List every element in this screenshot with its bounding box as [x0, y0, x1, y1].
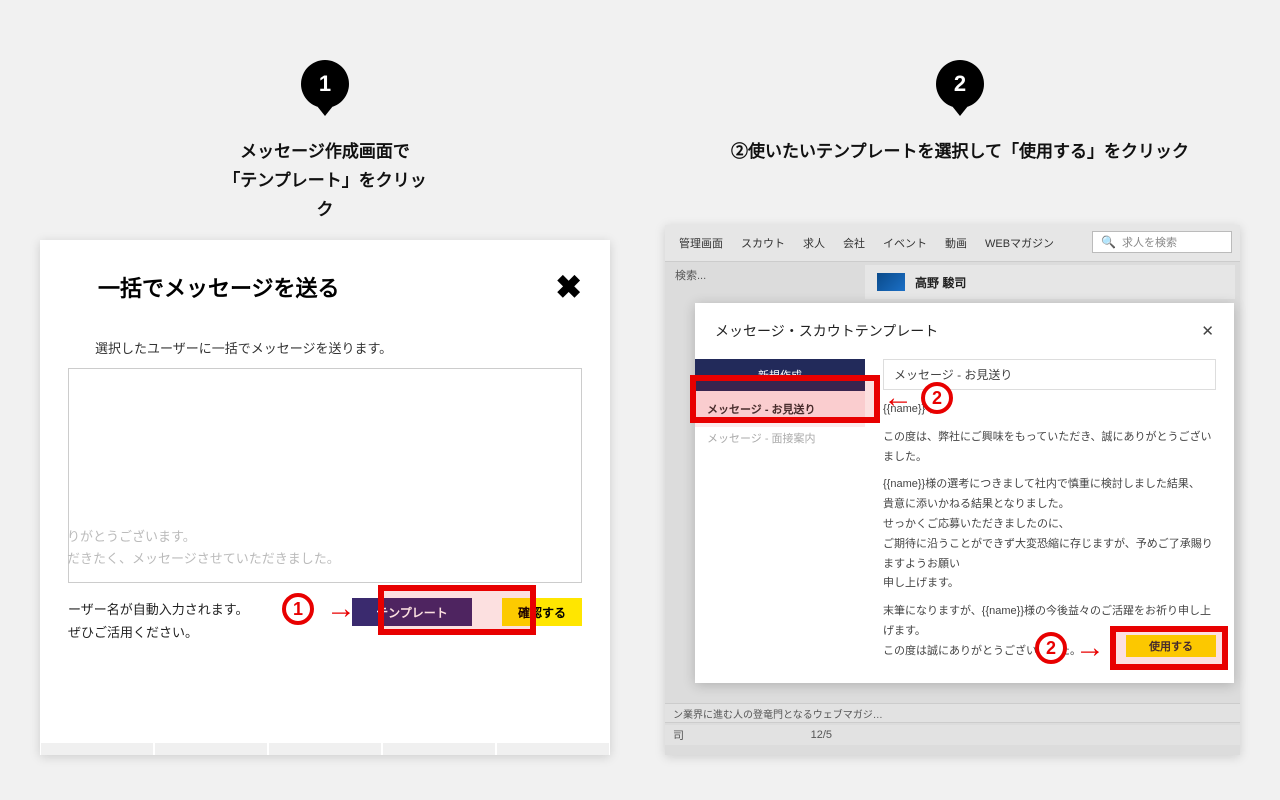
date-row: 司 12/5 — [665, 725, 1240, 745]
bulk-message-subtitle: 選択したユーザーに一括でメッセージを送ります。 — [40, 338, 610, 357]
magazine-row: ン業界に進む人の登竜門となるウェブマガジ… — [665, 703, 1240, 723]
template-item-mensetsu[interactable]: メッセージ - 面接案内 — [695, 427, 865, 456]
nav-douga[interactable]: 動画 — [945, 235, 967, 251]
template-item-okurimiokuri[interactable]: メッセージ - お見送り — [695, 391, 865, 427]
footer-bar — [40, 743, 610, 755]
user-name: 高野 駿司 — [915, 274, 966, 291]
step-2-header: 2 ②使いたいテンプレートを選択して「使用する」をクリック — [680, 60, 1240, 167]
template-modal: メッセージ・スカウトテンプレート ✕ 新規作成 メッセージ - お見送り メッセ… — [695, 303, 1234, 683]
user-row[interactable]: 高野 駿司 — [865, 265, 1235, 299]
callout-2a: → 2 — [883, 381, 953, 415]
confirm-button[interactable]: 確認する — [502, 598, 582, 626]
template-list: 新規作成 メッセージ - お見送り メッセージ - 面接案内 — [695, 359, 865, 669]
callout-1: 1 → — [282, 592, 356, 626]
use-template-button[interactable]: 使用する — [1126, 635, 1216, 657]
search-icon: 🔍 — [1101, 235, 1116, 249]
search-input[interactable]: 🔍 求人を検索 — [1092, 231, 1232, 253]
close-icon[interactable]: ✕ — [1201, 322, 1214, 340]
step-1-caption: メッセージ作成画面で 「テンプレート」をクリック — [215, 138, 435, 225]
bulk-message-title: 一括でメッセージを送る — [98, 271, 340, 303]
nav-kyujin[interactable]: 求人 — [803, 235, 825, 251]
arrow-right-icon: → — [1075, 631, 1105, 665]
close-icon[interactable]: ✖ — [555, 268, 582, 306]
step-1-header: 1 メッセージ作成画面で 「テンプレート」をクリック — [215, 60, 435, 225]
arrow-left-icon: → — [883, 381, 913, 415]
template-modal-title: メッセージ・スカウトテンプレート — [715, 321, 938, 341]
template-button[interactable]: テンプレート — [352, 598, 472, 626]
top-nav: 管理画面 スカウト 求人 会社 イベント 動画 WEBマガジン 🔍 求人を検索 — [665, 225, 1240, 261]
step-badge-1: 1 — [301, 60, 349, 108]
step-2-caption: ②使いたいテンプレートを選択して「使用する」をクリック — [731, 138, 1189, 167]
nav-kanri[interactable]: 管理画面 — [679, 235, 723, 251]
new-template-button[interactable]: 新規作成 — [695, 359, 865, 391]
nav-webmag[interactable]: WEBマガジン — [985, 235, 1054, 251]
avatar — [877, 273, 905, 291]
footer-area: ン業界に進む人の登竜門となるウェブマガジ… 司 12/5 — [665, 695, 1240, 755]
bulk-message-modal: 一括でメッセージを送る ✖ 選択したユーザーに一括でメッセージを送ります。 りが… — [40, 240, 610, 755]
nav-scout[interactable]: スカウト — [741, 235, 785, 251]
arrow-right-icon: → — [326, 592, 356, 626]
template-select-panel: 管理画面 スカウト 求人 会社 イベント 動画 WEBマガジン 🔍 求人を検索 … — [665, 225, 1240, 755]
step-badge-2: 2 — [936, 60, 984, 108]
callout-circle-2a: 2 — [921, 382, 953, 414]
message-textarea[interactable]: りがとうございます。 だきたく、メッセージさせていただきました。 — [68, 368, 582, 583]
nav-event[interactable]: イベント — [883, 235, 927, 251]
callout-circle-2b: 2 — [1035, 632, 1067, 664]
callout-circle-1: 1 — [282, 593, 314, 625]
callout-2b: 2 → — [1035, 631, 1105, 665]
nav-kaisha[interactable]: 会社 — [843, 235, 865, 251]
